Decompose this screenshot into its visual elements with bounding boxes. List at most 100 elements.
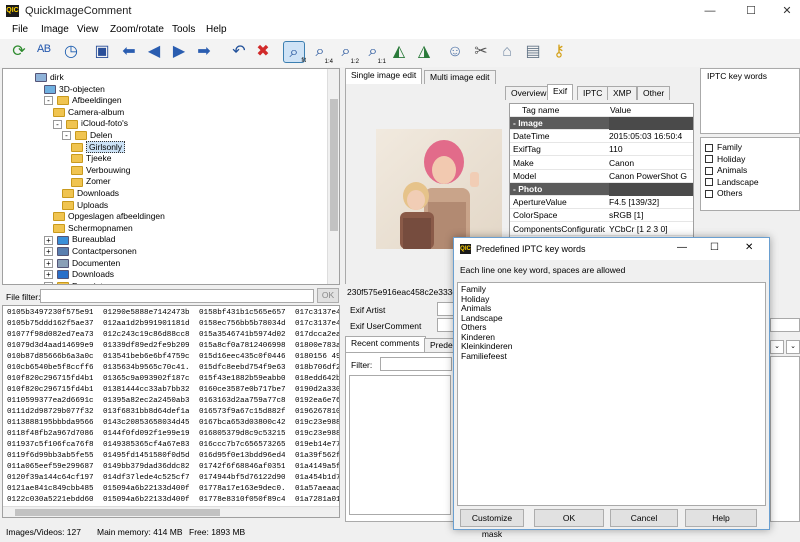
file-cell[interactable]: 0135634b9565c70c41... — [103, 363, 189, 374]
right-input-1[interactable] — [770, 318, 800, 332]
tab-other[interactable]: Other — [637, 86, 671, 100]
tree-item[interactable]: Tjeeke — [71, 152, 112, 164]
tab-recent-comments[interactable]: Recent comments — [345, 336, 426, 352]
delete-icon[interactable]: ✖ — [252, 41, 274, 63]
undo-icon[interactable]: ↶ — [228, 41, 250, 63]
file-cell[interactable]: 010f820c296715fd4b12... — [7, 374, 93, 385]
file-cell[interactable]: 01290e5888e7142473b... — [103, 308, 189, 319]
keywords-textarea[interactable]: Family Holiday Animals Landscape Others Kinde… — [457, 282, 766, 506]
zoom-1-2-icon[interactable]: ⌕ 1:2 — [335, 41, 359, 65]
file-cell[interactable]: 015a8cf0a7812406998... — [199, 341, 285, 352]
iptc-keyword-checkbox[interactable]: Family — [705, 142, 742, 153]
exif-row[interactable]: Make Canon — [510, 157, 693, 170]
file-cell[interactable]: 01a57aeaadc — [295, 484, 339, 495]
tab-xmp[interactable]: XMP — [607, 86, 638, 100]
file-cell[interactable]: 0167bca653d03800c42... — [199, 418, 285, 429]
tree-scrollbar[interactable] — [327, 69, 339, 284]
tab-overview[interactable]: Overview — [505, 86, 553, 100]
exif-section-row[interactable]: - Image — [510, 117, 693, 130]
file-cell[interactable]: 01742f6f68846af03512... — [199, 462, 285, 473]
exif-row[interactable]: ExifTag 110 — [510, 143, 693, 157]
exif-usercomment-input[interactable] — [437, 318, 454, 332]
file-cell[interactable]: 016805379d8c9c53215f... — [199, 429, 285, 440]
file-cell[interactable]: 017c3137e45 — [295, 319, 339, 330]
file-cell[interactable]: 014df37lede4c525cf7e... — [103, 473, 189, 484]
tree-item[interactable]: + Bureaublad — [44, 233, 115, 245]
file-cell[interactable]: 017dcca2ea7 — [295, 330, 339, 341]
save-icon[interactable]: ▣ — [91, 41, 113, 63]
file-cell[interactable]: 012aa1d2b991901181d... — [103, 319, 189, 330]
exif-row[interactable]: ApertureValue F4.5 [139/32] — [510, 196, 693, 210]
file-row[interactable]: 0110599377ea2d6691c6... 01395a82ec2a2450a… — [3, 396, 339, 407]
file-cell[interactable]: 016d95f0e13bdd96ed4d... — [199, 451, 285, 462]
tree-item[interactable]: Girlsonly — [71, 140, 126, 153]
file-cell[interactable]: 0192ea6e76d — [295, 396, 339, 407]
tab-exif[interactable]: Exif — [547, 84, 574, 100]
file-cell[interactable]: 010b87d85666b6a3a0c... — [7, 352, 93, 363]
file-cell[interactable]: 01a4149a5f3 — [295, 462, 339, 473]
minimize-button[interactable]: — — [695, 2, 725, 20]
tree-item[interactable]: - Delen — [62, 129, 112, 141]
dropdown-chevron-icon[interactable]: ⌄ — [770, 340, 784, 354]
tree-item[interactable]: Schermopnamen — [53, 222, 133, 234]
rotate-left-icon[interactable]: ◭ — [388, 41, 410, 63]
file-cell[interactable]: 0149bb379dad36ddc82... — [103, 462, 189, 473]
file-filter-ok-button[interactable]: OK — [317, 288, 339, 303]
file-cell[interactable]: 0122c030a5221ebdd60... — [7, 495, 93, 506]
tree-item[interactable]: dirk — [35, 71, 64, 83]
file-cell[interactable]: 018edd642b — [295, 374, 339, 385]
expand-icon[interactable]: + — [44, 270, 53, 280]
collapse-icon[interactable]: - — [44, 96, 53, 106]
file-row[interactable]: 0118f48fb2a967d7086... 0144f0fd092f1e99e1… — [3, 429, 339, 440]
file-cell[interactable]: 013541beb6e6bf4759c... — [103, 352, 189, 363]
file-cell[interactable]: 0163163d2aa759a77c8... — [199, 396, 285, 407]
zoom-1-4-icon[interactable]: ⌕ 1:4 — [309, 41, 333, 65]
file-cell[interactable]: 0143c20853658034d45... — [103, 418, 189, 429]
tree-item[interactable]: Camera-album — [53, 106, 124, 118]
rotate-right-icon[interactable]: ◮ — [413, 41, 435, 63]
file-row[interactable]: 010cb6540be5f8ccff64c... 0135634b9565c70c… — [3, 363, 339, 374]
tree-item[interactable]: Downloads — [62, 187, 119, 199]
file-list[interactable]: 0105b3497230f575e916... 01290e5888e714247… — [2, 305, 340, 518]
exif-artist-input[interactable] — [437, 302, 454, 316]
file-row[interactable]: 01077f98d082ed7ea73... 012c243c19c86d88cc… — [3, 330, 339, 341]
tab-iptc[interactable]: IPTC — [577, 86, 609, 100]
file-cell[interactable]: 01800e783a2 — [295, 341, 339, 352]
exif-row[interactable]: Model Canon PowerShot G — [510, 170, 693, 183]
file-cell[interactable]: 015f43e1882b59eabb0d... — [199, 374, 285, 385]
document-icon[interactable]: ▤ — [522, 41, 544, 63]
arrow-right-icon[interactable]: ➡ — [193, 41, 215, 63]
checkbox-icon[interactable] — [705, 155, 713, 164]
menu-image[interactable]: Image — [41, 24, 69, 35]
file-row[interactable]: 0119f6d99bb3ab5fe551... 01495fd1451580f0d… — [3, 451, 339, 462]
file-cell[interactable]: 0144f0fd092f1e99e1972... — [103, 429, 189, 440]
iptc-keywords-list[interactable]: Family Holiday Animals Landscape Others — [700, 137, 800, 211]
file-cell[interactable]: 016ccc7b7c656573265... — [199, 440, 285, 451]
expand-icon[interactable]: + — [44, 235, 53, 245]
file-row[interactable]: 0120f39a144c64cf197b... 014df37lede4c525c… — [3, 473, 339, 484]
tree-item[interactable]: + Documenten — [44, 257, 120, 269]
file-cell[interactable]: 015d16eec435c0f04463... — [199, 352, 285, 363]
file-cell[interactable]: 01962678103 — [295, 407, 339, 418]
tree-item[interactable]: Verbouwing — [71, 164, 130, 176]
file-cell[interactable]: 0110599377ea2d6691c6... — [7, 396, 93, 407]
circle-right-icon[interactable]: ▶ — [168, 41, 190, 63]
file-row[interactable]: 0122c030a5221ebdd60... 015094a6b22133d400… — [3, 495, 339, 506]
file-cell[interactable]: 0158ec756bb5b78034d... — [199, 319, 285, 330]
users-icon[interactable]: ☺ — [444, 41, 466, 63]
checkbox-icon[interactable] — [705, 178, 713, 187]
tab-predefined-comments[interactable]: Prede — [424, 338, 454, 352]
iptc-keyword-checkbox[interactable]: Others — [705, 188, 743, 199]
file-cell[interactable]: 0118f48fb2a967d7086... — [7, 429, 93, 440]
file-list-hscrollbar[interactable] — [3, 506, 339, 517]
file-cell[interactable]: 019eb14e775 — [295, 440, 339, 451]
iptc-keywords-input-panel[interactable]: IPTC key words — [700, 68, 800, 134]
checkbox-icon[interactable] — [705, 143, 713, 152]
zoom-fit-icon[interactable]: ⌕ fit — [283, 41, 306, 64]
expand-icon[interactable]: + — [44, 247, 53, 257]
file-row[interactable]: 0121ae841c849cbb485... 015094a6b22133d400… — [3, 484, 339, 495]
file-cell[interactable]: 0190d2a330a — [295, 385, 339, 396]
tree-item[interactable]: 3D-objecten — [44, 83, 105, 95]
menu-view[interactable]: View — [77, 24, 99, 35]
file-row[interactable]: 0113888195bbbda9566... 0143c20853658034d4… — [3, 418, 339, 429]
